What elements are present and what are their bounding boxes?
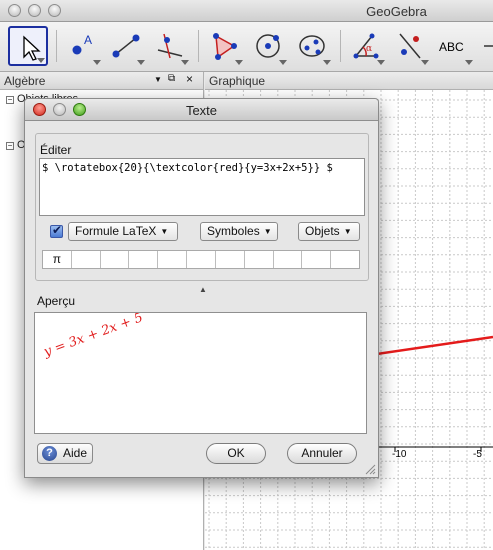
panel-menu-icon[interactable]: ▼: [154, 75, 162, 84]
symbol-cell[interactable]: π: [43, 251, 72, 268]
polygon-icon: [213, 33, 237, 60]
slider-tool-button[interactable]: [478, 26, 493, 66]
edit-text: $ \rotatebox{20}{\textcolor{red}{y=3x+2x…: [42, 162, 333, 174]
tree-node-other[interactable]: − O: [6, 139, 26, 151]
graphics-panel-title: Graphique: [209, 74, 266, 88]
edit-group: Éditer $ \rotatebox{20}{\textcolor{red}{…: [35, 133, 369, 281]
symbol-cell[interactable]: [101, 251, 130, 268]
function-line: [376, 335, 493, 356]
text-tool-button[interactable]: ABC: [434, 26, 474, 66]
chevron-down-icon: ▼: [343, 227, 352, 236]
latex-text-input[interactable]: $ \rotatebox{20}{\textcolor{red}{y=3x+2x…: [39, 158, 365, 216]
chevron-down-icon: ▼: [160, 227, 169, 236]
objects-dropdown[interactable]: Objets ▼: [298, 222, 360, 241]
symbol-cell[interactable]: [216, 251, 245, 268]
help-question-icon: ?: [42, 446, 57, 461]
dialog-titlebar[interactable]: Texte: [25, 99, 378, 121]
ok-button[interactable]: OK: [206, 443, 266, 464]
symbol-cell[interactable]: [158, 251, 188, 268]
slider-icon: [484, 45, 493, 47]
move-tool-button[interactable]: [8, 26, 48, 66]
cancel-button[interactable]: Annuler: [287, 443, 357, 464]
symbol-strip: π: [42, 250, 360, 269]
point-tool-button[interactable]: A: [62, 26, 102, 66]
svg-text:A: A: [84, 33, 92, 47]
splitter-handle-icon[interactable]: ▲: [199, 285, 207, 294]
algebra-panel-title: Algèbre: [4, 74, 46, 88]
preview-formula: y = 3x + 2x + 5: [41, 312, 146, 360]
polygon-tool-button[interactable]: [204, 26, 244, 66]
panel-undock-icon[interactable]: ⧉: [168, 73, 175, 84]
symbol-cell[interactable]: [302, 251, 332, 268]
algebra-panel-header: Algèbre ▼ ⧉ ×: [0, 72, 204, 90]
point-icon: A: [72, 33, 92, 55]
latex-formula-dropdown[interactable]: Formule LaTeX ▼: [68, 222, 178, 241]
main-titlebar: GeoGebra: [0, 0, 493, 22]
collapse-icon[interactable]: −: [6, 142, 14, 150]
preview-label: Aperçu: [37, 294, 76, 308]
x-tick-label: -10: [392, 449, 407, 460]
line-tool-button[interactable]: [106, 26, 146, 66]
x-tick-label: -5: [473, 449, 482, 460]
toolbar: A α ABC: [0, 22, 493, 72]
app-title: GeoGebra: [366, 4, 427, 19]
angle-tool-button[interactable]: α: [346, 26, 386, 66]
segment-icon: [112, 34, 140, 58]
resize-grip-icon[interactable]: [364, 463, 376, 475]
perpendicular-tool-button[interactable]: [150, 26, 190, 66]
graphics-panel-header: Graphique: [205, 72, 493, 90]
conic-icon: [299, 35, 325, 57]
circle-icon: [256, 34, 280, 58]
symbol-cell[interactable]: [72, 251, 101, 268]
chevron-down-icon: ▼: [263, 227, 272, 236]
preview-box: y = 3x + 2x + 5: [34, 312, 367, 434]
reflect-line-icon: [399, 33, 421, 59]
symbol-cell[interactable]: [274, 251, 303, 268]
circle-tool-button[interactable]: [248, 26, 288, 66]
panel-close-icon[interactable]: ×: [186, 72, 193, 86]
text-dialog: Texte Éditer $ \rotatebox{20}{\textcolor…: [24, 98, 379, 478]
symbol-cell[interactable]: [245, 251, 274, 268]
help-button[interactable]: ? Aide: [37, 443, 93, 464]
svg-text:α: α: [366, 44, 372, 54]
symbol-cell[interactable]: [129, 251, 159, 268]
symbols-dropdown[interactable]: Symboles ▼: [200, 222, 278, 241]
dialog-title: Texte: [185, 103, 218, 118]
angle-icon: α: [353, 33, 379, 59]
collapse-icon[interactable]: −: [6, 96, 14, 104]
conic-tool-button[interactable]: [292, 26, 332, 66]
perpendicular-line-icon: [157, 33, 183, 59]
reflect-tool-button[interactable]: [390, 26, 430, 66]
edit-label: Éditer: [40, 143, 72, 157]
text-tool-icon: ABC: [439, 40, 464, 54]
symbol-cell[interactable]: [187, 251, 216, 268]
latex-checkbox[interactable]: [50, 223, 63, 238]
svg-text:ABC: ABC: [439, 40, 464, 54]
symbol-cell[interactable]: [331, 251, 359, 268]
